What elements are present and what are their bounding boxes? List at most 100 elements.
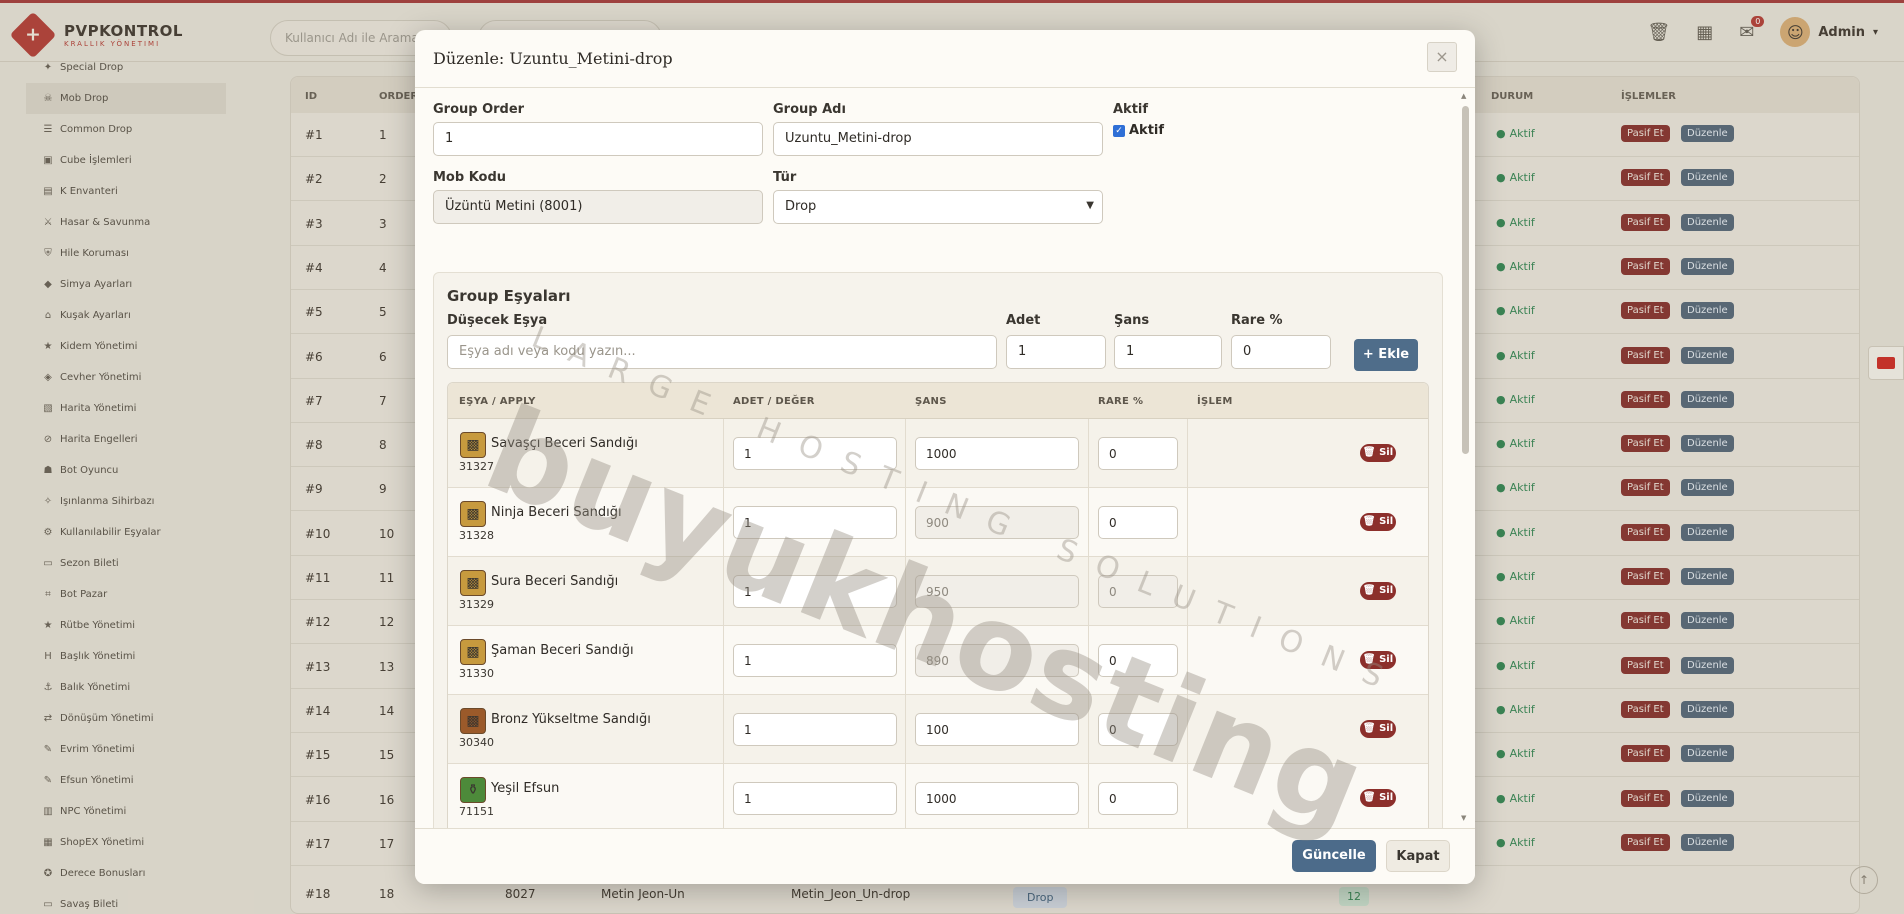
type-label: Tür [773,170,797,185]
item-row: ▩ Sura Beceri Sandığı 31329 1 950 0 🗑 Sil [448,557,1428,626]
items-table-header: EŞYA / APPLY ADET / DEĞER ŞANS RARE % İŞ… [448,383,1428,419]
chest-icon: ▩ [460,570,486,596]
modal-footer: Güncelle Kapat [415,828,1475,884]
header-rare: RARE % [1098,396,1144,407]
green-potion-icon: ⚱ [460,777,486,803]
group-order-label: Group Order [433,102,525,117]
modal-scrollbar[interactable]: ▲ ▼ [1461,88,1471,828]
group-name-input[interactable]: Uzuntu_Metini-drop [773,122,1103,156]
item-chance-input[interactable]: 100 [915,713,1079,746]
item-row: ▩ Şaman Beceri Sandığı 31330 1 890 0 🗑 Sil [448,626,1428,695]
delete-label: Sil [1379,585,1394,596]
item-row: ▩ Savaşçı Beceri Sandığı 31327 1 1000 0 🗑 Sil [448,419,1428,488]
item-chance-input[interactable]: 1000 [915,782,1079,815]
item-count-input[interactable]: 1 [733,782,897,815]
trash-icon: 🗑 [1362,516,1376,527]
item-rare-input[interactable]: 0 [1098,437,1178,470]
item-rare-input[interactable]: 0 [1098,782,1178,815]
delete-item-button[interactable]: 🗑 Sil [1360,582,1396,600]
active-checkbox[interactable]: ✓ Aktif [1113,123,1164,138]
type-select[interactable]: Drop ▼ [773,190,1103,224]
update-button[interactable]: Güncelle [1292,840,1376,872]
item-code: 31330 [459,667,494,680]
header-action: İŞLEM [1197,396,1233,407]
modal-body: Group Order 1 Group Adı Uzuntu_Metini-dr… [415,88,1461,828]
item-code: 31328 [459,529,494,542]
header-item: EŞYA / APPLY [459,396,536,407]
item-count-input[interactable]: 1 [733,437,897,470]
chance-label: Şans [1114,313,1150,328]
rare-label: Rare % [1231,313,1283,328]
item-row: ▩ Ninja Beceri Sandığı 31328 1 900 0 🗑 Sil [448,488,1428,557]
delete-label: Sil [1379,723,1394,734]
item-code: 31327 [459,460,494,473]
item-chance-input[interactable]: 950 [915,575,1079,608]
mob-code-label: Mob Kodu [433,170,507,185]
count-input[interactable]: 1 [1006,335,1106,369]
trash-icon: 🗑 [1362,447,1376,458]
mob-code-input[interactable]: Üzüntü Metini (8001) [433,190,763,224]
item-name: Yeşil Efsun [491,781,560,796]
delete-label: Sil [1379,654,1394,665]
delete-item-button[interactable]: 🗑 Sil [1360,513,1396,531]
chest-icon: ▩ [460,501,486,527]
add-item-button[interactable]: + Ekle [1354,339,1418,371]
edit-drop-group-modal: Düzenle: Uzuntu_Metini-drop × Group Orde… [415,30,1475,884]
close-button[interactable]: Kapat [1386,840,1450,872]
delete-item-button[interactable]: 🗑 Sil [1360,444,1396,462]
delete-label: Sil [1379,447,1394,458]
chest-icon: ▩ [460,639,486,665]
item-row: ▩ Bronz Yükseltme Sandığı 30340 1 100 0 🗑 Sil [448,695,1428,764]
count-label: Adet [1006,313,1041,328]
active-checkbox-label: Aktif [1129,123,1165,138]
drop-item-label: Düşecek Eşya [447,313,548,328]
item-name: Savaşçı Beceri Sandığı [491,436,638,451]
item-name: Şaman Beceri Sandığı [491,643,634,658]
group-items-title: Group Eşyaları [447,287,571,305]
scrollbar-thumb[interactable] [1462,106,1469,454]
item-row: ⚱ Yeşil Efsun 71151 1 1000 0 🗑 Sil [448,764,1428,828]
delete-label: Sil [1379,792,1394,803]
drop-item-search-input[interactable]: Eşya adı veya kodu yazın... [447,335,997,369]
group-items-table: EŞYA / APPLY ADET / DEĞER ŞANS RARE % İŞ… [447,382,1429,828]
group-name-label: Group Adı [773,102,846,117]
active-label: Aktif [1113,102,1149,117]
item-code: 31329 [459,598,494,611]
item-count-input[interactable]: 1 [733,713,897,746]
trash-icon: 🗑 [1362,585,1376,596]
type-select-value: Drop [785,199,817,214]
header-chance: ŞANS [915,396,947,407]
item-rare-input[interactable]: 0 [1098,575,1178,608]
modal-title: Düzenle: Uzuntu_Metini-drop [433,49,673,68]
close-icon[interactable]: × [1427,42,1457,72]
item-rare-input[interactable]: 0 [1098,644,1178,677]
item-rare-input[interactable]: 0 [1098,506,1178,539]
scroll-down-icon[interactable]: ▼ [1461,814,1466,822]
rare-input[interactable]: 0 [1231,335,1331,369]
checkbox-checked-icon[interactable]: ✓ [1113,124,1125,137]
trash-icon: 🗑 [1362,792,1376,803]
header-count: ADET / DEĞER [733,396,815,407]
group-items-card: Group Eşyaları Düşecek Eşya Eşya adı vey… [433,272,1443,828]
item-code: 71151 [459,805,494,818]
item-count-input[interactable]: 1 [733,575,897,608]
item-name: Bronz Yükseltme Sandığı [491,712,651,727]
delete-item-button[interactable]: 🗑 Sil [1360,789,1396,807]
modal-header: Düzenle: Uzuntu_Metini-drop × [415,30,1475,88]
group-order-input[interactable]: 1 [433,122,763,156]
item-rare-input[interactable]: 0 [1098,713,1178,746]
delete-item-button[interactable]: 🗑 Sil [1360,651,1396,669]
item-name: Sura Beceri Sandığı [491,574,619,589]
chance-input[interactable]: 1 [1114,335,1222,369]
item-count-input[interactable]: 1 [733,506,897,539]
bronze-chest-icon: ▩ [460,708,486,734]
item-chance-input[interactable]: 900 [915,506,1079,539]
item-count-input[interactable]: 1 [733,644,897,677]
delete-item-button[interactable]: 🗑 Sil [1360,720,1396,738]
item-chance-input[interactable]: 1000 [915,437,1079,470]
chevron-down-icon: ▼ [1086,200,1094,211]
chest-icon: ▩ [460,432,486,458]
scroll-up-icon[interactable]: ▲ [1461,92,1466,100]
delete-label: Sil [1379,516,1394,527]
item-chance-input[interactable]: 890 [915,644,1079,677]
